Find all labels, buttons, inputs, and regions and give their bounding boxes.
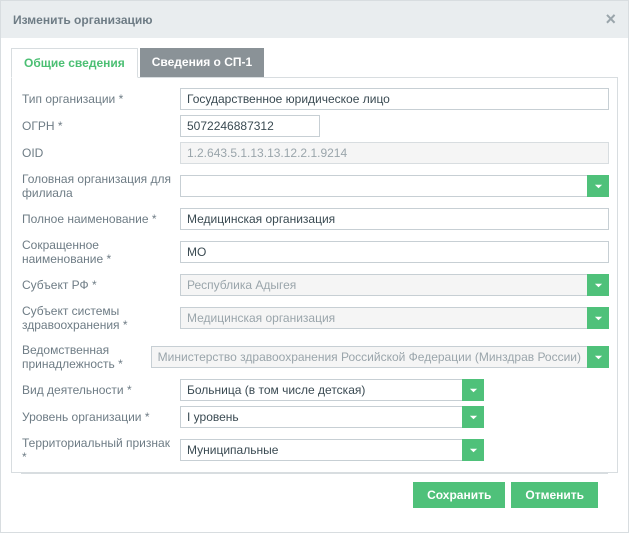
label-full-name: Полное наименование *	[22, 212, 180, 226]
region-dropdown-icon[interactable]	[587, 274, 609, 296]
territory-dropdown-icon[interactable]	[462, 439, 484, 461]
health-subject-select: Медицинская организация	[180, 307, 588, 329]
level-dropdown-icon[interactable]	[462, 406, 484, 428]
full-name-input[interactable]	[180, 208, 609, 230]
inn-input[interactable]	[180, 472, 320, 473]
label-org-type: Тип организации *	[22, 92, 180, 106]
org-type-select[interactable]: Государственное юридическое лицо	[180, 88, 609, 110]
label-level: Уровень организации *	[22, 410, 180, 424]
dialog-header: Изменить организацию ×	[1, 1, 628, 38]
label-ogrn: ОГРН *	[22, 119, 180, 133]
label-dept: Ведомственная принадлежность *	[22, 343, 151, 371]
dialog-footer: Сохранить Отменить	[21, 473, 608, 516]
cancel-button[interactable]: Отменить	[511, 482, 598, 508]
ogrn-input[interactable]	[180, 115, 320, 137]
dialog-title: Изменить организацию	[13, 13, 153, 27]
label-territory: Территориальный признак *	[22, 436, 180, 464]
level-select[interactable]: I уровень	[180, 406, 463, 428]
health-subject-dropdown-icon[interactable]	[587, 307, 609, 329]
activity-select[interactable]: Больница (в том числе детская)	[180, 379, 463, 401]
save-button[interactable]: Сохранить	[413, 482, 505, 508]
dept-select: Министерство здравоохранения Российской …	[151, 346, 588, 368]
form-area[interactable]: Тип организации * Государственное юридич…	[11, 78, 618, 473]
label-oid: OID	[22, 146, 180, 160]
head-org-select[interactable]	[180, 175, 588, 197]
territory-select[interactable]: Муниципальные	[180, 439, 463, 461]
label-head-org: Головная организация для филиала	[22, 172, 180, 200]
tab-bar: Общие сведения Сведения о СП-1	[11, 48, 618, 78]
label-region: Субъект РФ *	[22, 278, 180, 292]
label-short-name: Сокращенное наименование *	[22, 238, 180, 266]
tab-general[interactable]: Общие сведения	[11, 48, 138, 78]
region-select: Республика Адыгея	[180, 274, 588, 296]
edit-org-dialog: Изменить организацию × Общие сведения Св…	[0, 0, 629, 533]
label-activity: Вид деятельности *	[22, 383, 180, 397]
close-icon[interactable]: ×	[605, 9, 616, 30]
label-health-subject: Субъект системы здравоохранения *	[22, 304, 180, 332]
activity-dropdown-icon[interactable]	[462, 379, 484, 401]
oid-input	[180, 142, 609, 164]
dialog-body: Общие сведения Сведения о СП-1 Тип орган…	[1, 38, 628, 532]
short-name-input[interactable]	[180, 241, 609, 263]
tab-sp1[interactable]: Сведения о СП-1	[140, 48, 264, 77]
dept-dropdown-icon[interactable]	[587, 346, 609, 368]
head-org-dropdown-icon[interactable]	[587, 175, 609, 197]
